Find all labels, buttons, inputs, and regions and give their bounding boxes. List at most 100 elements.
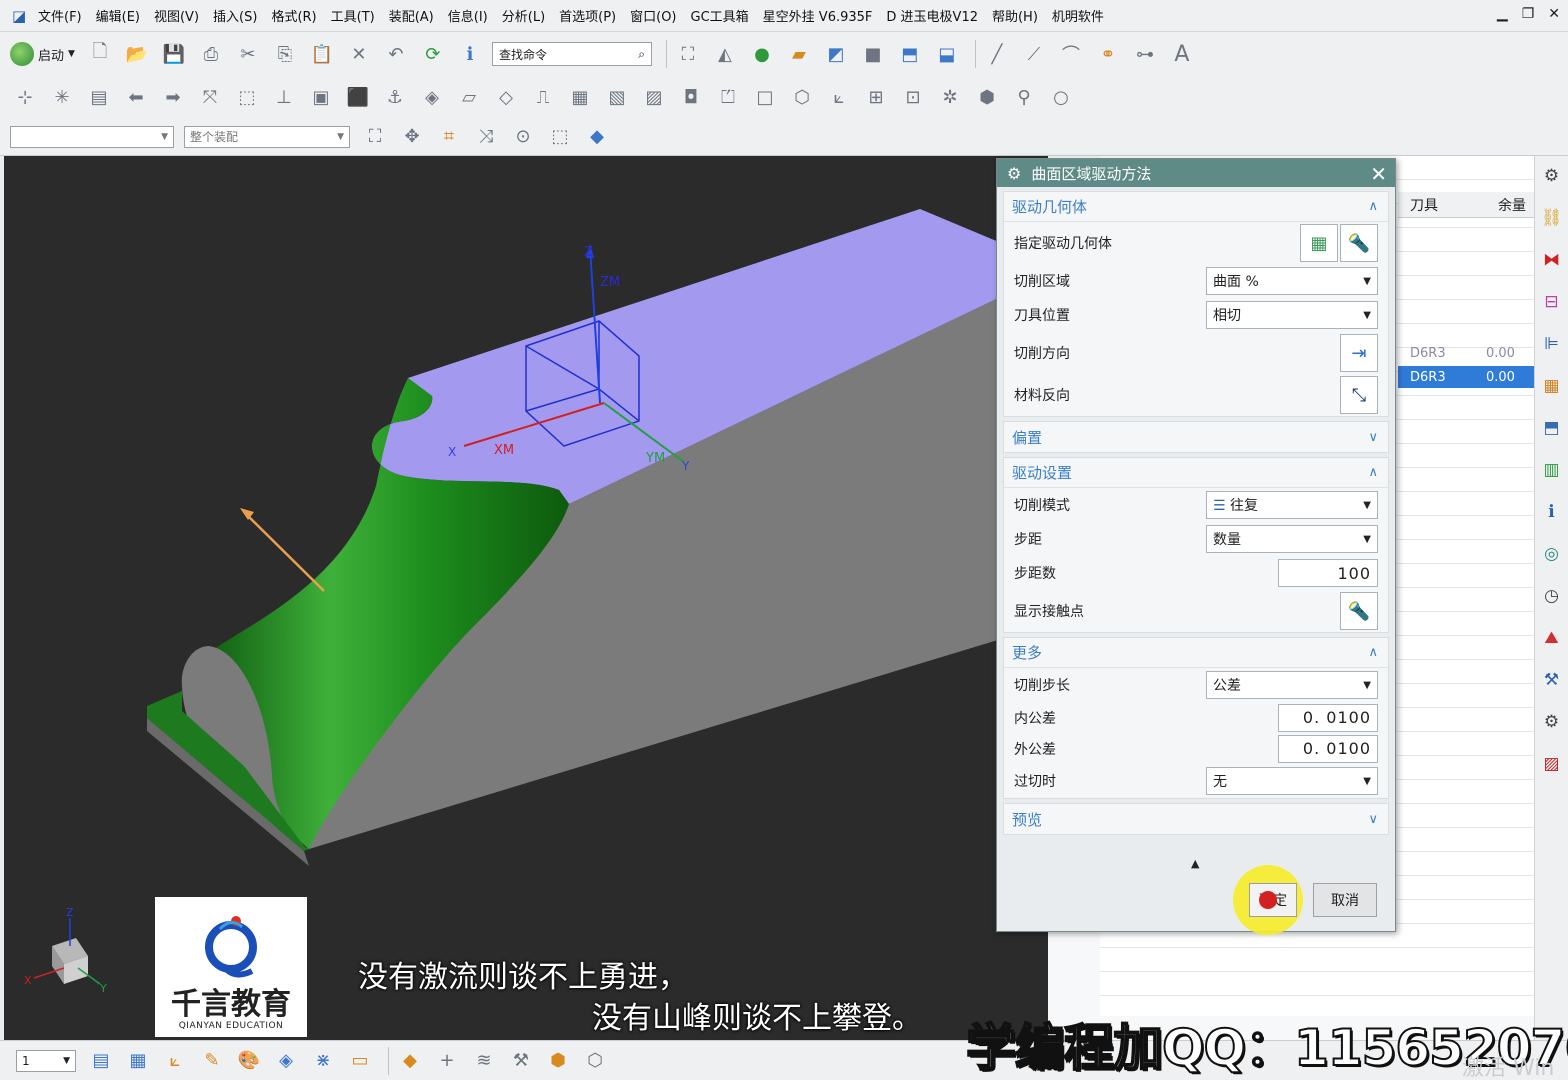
delete-icon[interactable]: ✕ (344, 39, 374, 69)
update-icon[interactable]: ⟳ (418, 39, 448, 69)
menu-gc-toolbox[interactable]: GC工具箱 (691, 6, 749, 25)
wireframe-icon[interactable]: ⬡ (580, 1046, 610, 1076)
select-body-icon[interactable]: ⊙ (508, 122, 538, 152)
wcs-icon[interactable]: ⬒ (895, 39, 925, 69)
unite-icon[interactable]: ▦ (565, 82, 595, 112)
move-to-layer-icon[interactable]: ▦ (123, 1046, 153, 1076)
csys-icon[interactable]: ⟀ (824, 82, 854, 112)
cut-step-select[interactable]: 公差 ▼ (1206, 671, 1378, 699)
work-layer-select[interactable]: 1 ▼ (16, 1049, 76, 1072)
dialog-title-bar[interactable]: ⚙ 曲面区域驱动方法 ✕ (997, 159, 1395, 187)
circle-icon[interactable]: ○ (1046, 82, 1076, 112)
extrude-icon[interactable]: ⊥ (269, 82, 299, 112)
stepover-select[interactable]: 数量 ▼ (1206, 525, 1378, 553)
preview-header[interactable]: 预览 ∨ (1004, 804, 1388, 834)
color-palette-icon[interactable]: 🎨 (234, 1046, 264, 1076)
menu-window[interactable]: 窗口(O) (630, 6, 676, 25)
box-icon[interactable]: ⬛ (343, 82, 373, 112)
web-browser-icon[interactable]: ℹ (1539, 498, 1565, 526)
stack-icon[interactable]: ≋ (469, 1046, 499, 1076)
system-materials-icon[interactable]: ▨ (1539, 750, 1565, 778)
snap-grid-icon[interactable]: ⋇ (308, 1046, 338, 1076)
arrow-right-icon[interactable]: ➡ (158, 82, 188, 112)
crosshair-icon[interactable]: + (432, 1046, 462, 1076)
close-icon[interactable]: ✕ (1370, 162, 1387, 186)
move-object-icon[interactable]: ⤧ (195, 82, 225, 112)
selection-filter-icon[interactable]: ⛶ (360, 122, 390, 152)
tool-position-select[interactable]: 相切 ▼ (1206, 301, 1378, 329)
machine-tool-icon[interactable]: ▦ (1539, 372, 1565, 400)
show-hide-icon[interactable]: ◈ (271, 1046, 301, 1076)
process-icon[interactable]: ⚒ (1539, 666, 1565, 694)
more-header[interactable]: 更多 ∧ (1004, 638, 1388, 668)
display-drive-geometry-button[interactable]: 🔦 (1340, 224, 1378, 262)
reuse-library-icon[interactable]: ⬒ (1539, 414, 1565, 442)
assembly-navigator-icon[interactable]: ⛓ (1539, 204, 1565, 232)
column-stock-header[interactable]: 余量 (1486, 195, 1526, 215)
clock-icon[interactable]: ◷ (1539, 582, 1565, 610)
restore-icon[interactable]: ❐ (1522, 6, 1535, 22)
fit-view-icon[interactable]: ⛶ (673, 39, 703, 69)
snap-icon[interactable]: ✲ (935, 82, 965, 112)
copy-icon[interactable]: ⎘ (270, 39, 300, 69)
grid-icon[interactable]: ⊞ (861, 82, 891, 112)
render-style-icon[interactable]: ◭ (710, 39, 740, 69)
operation-navigator-icon[interactable]: ⊫ (1539, 330, 1565, 358)
menu-assembly[interactable]: 装配(A) (389, 6, 434, 25)
cut-area-select[interactable]: 曲面 % ▼ (1206, 267, 1378, 295)
section-view-icon[interactable]: ◩ (821, 39, 851, 69)
measure-icon[interactable]: ⚭ (1093, 39, 1123, 69)
new-file-icon[interactable]: 🗋 (85, 39, 115, 69)
settings-gear-icon[interactable]: ⚙ (1539, 162, 1565, 190)
split-icon[interactable]: ⎍ (528, 82, 558, 112)
background-color-icon[interactable]: ■ (858, 39, 888, 69)
polygon-icon[interactable]: ⬡ (787, 82, 817, 112)
chamfer-icon[interactable]: ⏍ (713, 82, 743, 112)
open-file-icon[interactable]: 📂 (122, 39, 152, 69)
offset-header[interactable]: 偏置 ∨ (1004, 422, 1388, 452)
edit-object-display-icon[interactable]: ✎ (197, 1046, 227, 1076)
paste-icon[interactable]: 📋 (307, 39, 337, 69)
cube-icon[interactable]: ⬢ (972, 82, 1002, 112)
arc-icon[interactable]: ⌒ (1056, 39, 1086, 69)
outtol-input[interactable]: 0. 0100 (1278, 734, 1378, 763)
minimize-icon[interactable]: ▁ (1497, 6, 1508, 22)
print-icon[interactable]: ⎙ (196, 39, 226, 69)
close-window-icon[interactable]: ✕ (1548, 6, 1560, 22)
text-icon[interactable]: A (1167, 39, 1197, 69)
library-books-icon[interactable]: ▥ (1539, 456, 1565, 484)
drive-geometry-header[interactable]: 驱动几何体 ∧ (1004, 192, 1388, 222)
snap-point-icon[interactable]: ✥ (397, 122, 427, 152)
menu-plugin-xingkong[interactable]: 星空外挂 V6.935F (763, 6, 873, 25)
intol-input[interactable]: 0. 0100 (1278, 703, 1378, 732)
info-command-icon[interactable]: ℹ (455, 39, 485, 69)
line-icon[interactable]: ╱ (982, 39, 1012, 69)
trim-body-icon[interactable]: ◇ (491, 82, 521, 112)
abs-csys-icon[interactable]: ⊹ (10, 82, 40, 112)
part-icon[interactable]: ▰ (784, 39, 814, 69)
part-navigator-icon[interactable]: ⊟ (1539, 288, 1565, 316)
role-icon[interactable]: ⚙ (1539, 708, 1565, 736)
navigator-row-selected[interactable]: D6R3 0.00 (1398, 366, 1534, 388)
subtract-icon[interactable]: ▧ (602, 82, 632, 112)
cut-pattern-select[interactable]: ☰ 往复 ▼ (1206, 491, 1378, 519)
menu-jiming[interactable]: 机明软件 (1052, 6, 1104, 25)
wcs-origin-icon[interactable]: ⟀ (160, 1046, 190, 1076)
stepover-count-input[interactable]: 100 (1278, 559, 1378, 587)
offset-face-icon[interactable]: ▱ (454, 82, 484, 112)
menu-file[interactable]: 文件(F) (38, 6, 82, 25)
wcs-dynamic-icon[interactable]: ✳ (47, 82, 77, 112)
transform-icon[interactable]: ⬚ (232, 82, 262, 112)
select-drive-geometry-button[interactable]: ▦ (1300, 224, 1338, 262)
rectangle-icon[interactable]: □ (750, 82, 780, 112)
cube-stack-icon[interactable]: ⬢ (543, 1046, 573, 1076)
drive-settings-header[interactable]: 驱动设置 ∧ (1004, 458, 1388, 488)
type-filter-select[interactable]: ▼ (10, 125, 174, 148)
menu-view[interactable]: 视图(V) (154, 6, 199, 25)
shaded-sphere-icon[interactable]: ● (747, 39, 777, 69)
analysis-icon[interactable]: ◆ (395, 1046, 425, 1076)
cancel-button[interactable]: 取消 (1313, 883, 1377, 917)
visualization-icon[interactable]: ⛰ (1539, 624, 1565, 652)
line-2-icon[interactable]: ⟋ (1019, 39, 1049, 69)
arrow-left-icon[interactable]: ⬅ (121, 82, 151, 112)
